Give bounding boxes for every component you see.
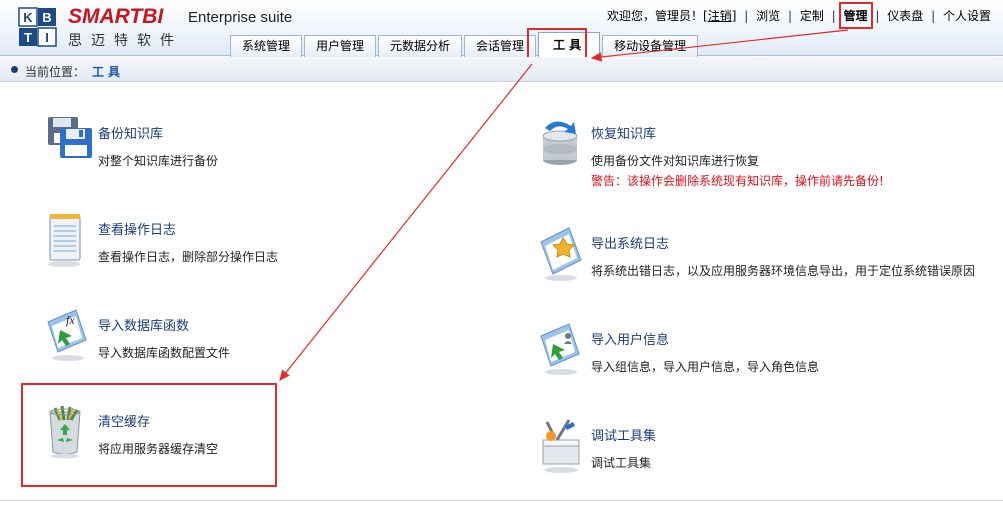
logout-link[interactable]: 注销 [708,7,732,24]
nav-manage-link[interactable]: 管理 [838,2,873,29]
footer-divider [0,500,1003,501]
annotation-arrow [279,63,533,381]
tool-title[interactable]: 导入数据库函数 [98,315,189,334]
separator: | [744,9,749,23]
logo-glyph: I [45,30,49,45]
notepad-icon[interactable] [46,212,90,268]
toolbox-icon[interactable] [539,418,583,474]
nav-dashboard-link[interactable]: 仪表盘 [887,7,923,24]
tool-title[interactable]: 导出系统日志 [591,233,669,252]
tool-title[interactable]: 清空缓存 [98,411,150,430]
tool-description: 导入组信息，导入用户信息，导入角色信息 [591,360,820,374]
separator: | [931,9,936,23]
main-tabs: 系统管理 用户管理 元数据分析 会话管理 工具 移动设备管理 [230,32,700,57]
brand-name: SMARTBI [68,5,164,28]
tool-description: 对整个知识库进行备份 [98,154,219,168]
welcome-text: 欢迎您，管理员！[ [607,9,708,23]
tool-title[interactable]: 恢复知识库 [591,123,656,142]
tool-description: 导入数据库函数配置文件 [98,346,231,360]
tool-description: 查看操作日志，删除部分操作日志 [98,250,279,264]
nav-customize-link[interactable]: 定制 [800,7,824,24]
top-navigation: 欢迎您，管理员！[注销] | 浏览 | 定制 | 管理 | 仪表盘 | 个人设置 [607,2,991,29]
export-document-icon[interactable] [539,226,583,282]
breadcrumb-label: 当前位置： [25,65,86,79]
separator: | [787,9,792,23]
logo-glyph: T [24,30,32,45]
logo-glyph: K [23,10,33,25]
tool-description: 使用备份文件对知识库进行恢复 [591,154,760,168]
nav-personal-settings-link[interactable]: 个人设置 [943,7,991,24]
recycle-bin-icon[interactable] [46,404,90,460]
tab-mobile-device-management[interactable]: 移动设备管理 [602,35,699,57]
floppy-disk-icon[interactable] [46,116,92,172]
tab-metadata-analysis[interactable]: 元数据分析 [378,35,463,57]
app-header: K B T I SMARTBI 思迈特软件 Enterprise suite 欢… [0,0,1003,57]
welcome-end: ] [731,9,737,23]
edition-label: Enterprise suite [188,9,293,26]
user-import-icon[interactable] [539,322,583,378]
tab-user-management[interactable]: 用户管理 [304,35,377,57]
tool-warning: 警告：该操作会删除系统现有知识库，操作前请先备份! [591,174,884,188]
tool-description: 调试工具集 [591,456,652,470]
tool-title[interactable]: 备份知识库 [98,123,163,142]
brand-chinese-name: 思迈特软件 [68,33,183,49]
tab-session-management[interactable]: 会话管理 [464,35,537,57]
tool-description: 将系统出错日志，以及应用服务器环境信息导出，用于定位系统错误原因 [591,264,976,278]
tool-title[interactable]: 调试工具集 [591,425,656,444]
separator: | [831,9,836,23]
breadcrumb-current: 工具 [92,65,125,79]
bullet-icon [11,66,18,73]
function-import-icon[interactable]: fx [46,308,90,364]
tab-tools[interactable]: 工具 [538,32,601,57]
brand: SMARTBI 思迈特软件 [68,6,183,50]
logo-glyph: B [42,10,51,25]
smartbi-logo-icon: K B T I [18,4,58,50]
separator: | [875,9,880,23]
tool-title[interactable]: 导入用户信息 [591,329,669,348]
database-restore-icon[interactable] [539,116,583,172]
tool-title[interactable]: 查看操作日志 [98,219,176,238]
tool-description: 将应用服务器缓存清空 [98,442,219,456]
svg-text:fx: fx [66,313,75,327]
nav-browse-link[interactable]: 浏览 [756,7,780,24]
breadcrumb: 当前位置： 工具 [0,57,1003,82]
tab-system-management[interactable]: 系统管理 [230,35,303,57]
